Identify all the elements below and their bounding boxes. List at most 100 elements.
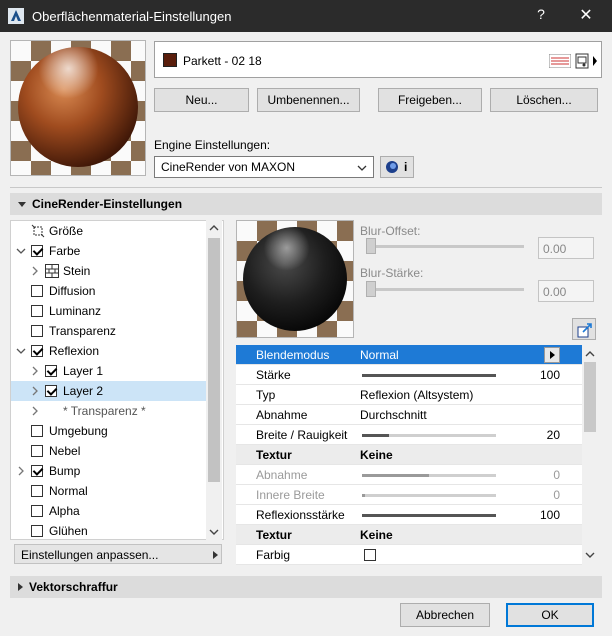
customize-settings-button[interactable]: Einstellungen anpassen... [14, 544, 222, 564]
param-row[interactable]: Blendemodus Normal [236, 345, 582, 365]
tree-item[interactable]: Transparenz [11, 321, 207, 341]
tree-item[interactable]: Umgebung [11, 421, 207, 441]
help-button[interactable]: ? [530, 6, 552, 26]
tree-item[interactable]: Glühen [11, 521, 207, 539]
blur-offset-field[interactable]: 0.00 [538, 237, 594, 259]
export-settings-button[interactable] [572, 318, 596, 340]
tree-item[interactable]: * Transparenz * [11, 401, 207, 421]
param-slider[interactable] [362, 374, 496, 377]
param-number[interactable]: 100 [540, 505, 560, 525]
param-checkbox[interactable] [364, 549, 376, 561]
param-row[interactable]: Reflexionsstärke 100 [236, 505, 582, 525]
tree-item-checkbox[interactable] [31, 525, 43, 537]
param-row[interactable]: Stärke 100 [236, 365, 582, 385]
tree-item-checkbox[interactable] [31, 505, 43, 517]
tree-item-checkbox[interactable] [31, 325, 43, 337]
ok-button[interactable]: OK [506, 603, 594, 627]
param-slider[interactable] [362, 514, 496, 517]
param-key: Abnahme [256, 408, 308, 422]
blur-offset-slider-knob[interactable] [366, 238, 376, 254]
tree-item[interactable]: Luminanz [11, 301, 207, 321]
param-row[interactable]: Textur Keine [236, 525, 582, 545]
tree-item-checkbox[interactable] [45, 365, 57, 377]
chevron-right-icon[interactable] [15, 461, 27, 481]
delete-button[interactable]: Löschen... [490, 88, 598, 112]
param-row[interactable]: Farbig [236, 545, 582, 565]
tree-item-label: Glühen [49, 524, 88, 538]
tree-item[interactable]: Normal [11, 481, 207, 501]
hatch-pattern-icon[interactable] [549, 54, 571, 68]
close-button[interactable]: ✕ [572, 5, 600, 27]
tree-item-checkbox[interactable] [31, 445, 43, 457]
tree-item[interactable]: Farbe [11, 241, 207, 261]
tree-item-checkbox[interactable] [31, 465, 43, 477]
tree-item-checkbox[interactable] [31, 485, 43, 497]
chevron-down-icon[interactable] [15, 241, 27, 261]
tree-item-checkbox[interactable] [31, 245, 43, 257]
param-row[interactable]: Innere Breite 0 [236, 485, 582, 505]
engine-label: Engine Einstellungen: [154, 138, 271, 152]
param-number[interactable]: 100 [540, 365, 560, 385]
tree-item-checkbox[interactable] [31, 285, 43, 297]
param-number[interactable]: 0 [553, 465, 560, 485]
vektorschraffur-section-header[interactable]: Vektorschraffur [10, 576, 602, 598]
chevron-right-icon[interactable] [29, 381, 41, 401]
tree-item[interactable]: Bump [11, 461, 207, 481]
param-row[interactable]: Textur Keine [236, 445, 582, 465]
param-row[interactable]: Abnahme Durchschnitt [236, 405, 582, 425]
cancel-button[interactable]: Abbrechen [400, 603, 490, 627]
param-slider[interactable] [362, 434, 496, 437]
param-slider[interactable] [362, 474, 496, 477]
chevron-right-icon[interactable] [591, 55, 599, 67]
chevron-right-icon[interactable] [29, 261, 41, 281]
rename-button[interactable]: Umbenennen... [257, 88, 360, 112]
param-slider[interactable] [362, 494, 496, 497]
cinerender-section-header[interactable]: CineRender-Einstellungen [10, 193, 602, 215]
blur-strength-label: Blur-Stärke: [360, 266, 424, 280]
scroll-down-icon[interactable] [209, 528, 219, 536]
param-key: Textur [256, 448, 292, 462]
engine-info-button[interactable]: i [380, 156, 414, 178]
tree-item-checkbox[interactable] [31, 305, 43, 317]
blur-offset-label: Blur-Offset: [360, 224, 421, 238]
tree-item[interactable]: Stein [11, 261, 207, 281]
blur-strength-slider-knob[interactable] [366, 281, 376, 297]
share-button[interactable]: Freigeben... [378, 88, 482, 112]
new-button[interactable]: Neu... [154, 88, 249, 112]
tree-item[interactable]: Diffusion [11, 281, 207, 301]
params-scroll-thumb[interactable] [584, 362, 596, 432]
chevron-down-icon[interactable] [15, 341, 27, 361]
scroll-up-icon[interactable] [585, 350, 595, 358]
chevron-right-icon[interactable] [29, 361, 41, 381]
tree-item-label: Layer 2 [63, 384, 104, 398]
scroll-up-icon[interactable] [209, 224, 219, 232]
blur-strength-field[interactable]: 0.00 [538, 280, 594, 302]
tree-item[interactable]: Layer 2 [11, 381, 207, 401]
material-name-field[interactable]: Parkett - 02 18 [154, 41, 602, 78]
tree-item[interactable]: Nebel [11, 441, 207, 461]
param-row[interactable]: Typ Reflexion (Altsystem) [236, 385, 582, 405]
param-value: Durchschnitt [360, 408, 427, 422]
tree-item[interactable]: Alpha [11, 501, 207, 521]
tree-item-label: Layer 1 [63, 364, 104, 378]
material-catalog-icon[interactable] [575, 53, 589, 69]
engine-select[interactable]: CineRender von MAXON [154, 156, 374, 178]
tree-item-label: Bump [49, 464, 81, 478]
tree-scroll-thumb[interactable] [208, 238, 220, 482]
param-number[interactable]: 0 [553, 485, 560, 505]
parameter-table[interactable]: Blendemodus Normal Stärke 100 Typ Reflexion (… [236, 345, 582, 565]
tree-item-checkbox[interactable] [31, 425, 43, 437]
chevron-right-icon[interactable] [29, 401, 41, 421]
tree-item[interactable]: Reflexion [11, 341, 207, 361]
tree-item[interactable]: Layer 1 [11, 361, 207, 381]
scroll-down-icon[interactable] [585, 551, 595, 559]
blur-strength-slider[interactable] [368, 288, 524, 291]
param-number[interactable]: 20 [547, 425, 560, 445]
param-row[interactable]: Abnahme 0 [236, 465, 582, 485]
channel-tree[interactable]: Größe Farbe Stein Diffusion Luminanz Transpar… [10, 220, 224, 540]
tree-item-checkbox[interactable] [45, 385, 57, 397]
tree-item[interactable]: Größe [11, 221, 207, 241]
tree-item-checkbox[interactable] [31, 345, 43, 357]
param-row[interactable]: Breite / Rauigkeit 20 [236, 425, 582, 445]
blur-offset-slider[interactable] [368, 245, 524, 248]
